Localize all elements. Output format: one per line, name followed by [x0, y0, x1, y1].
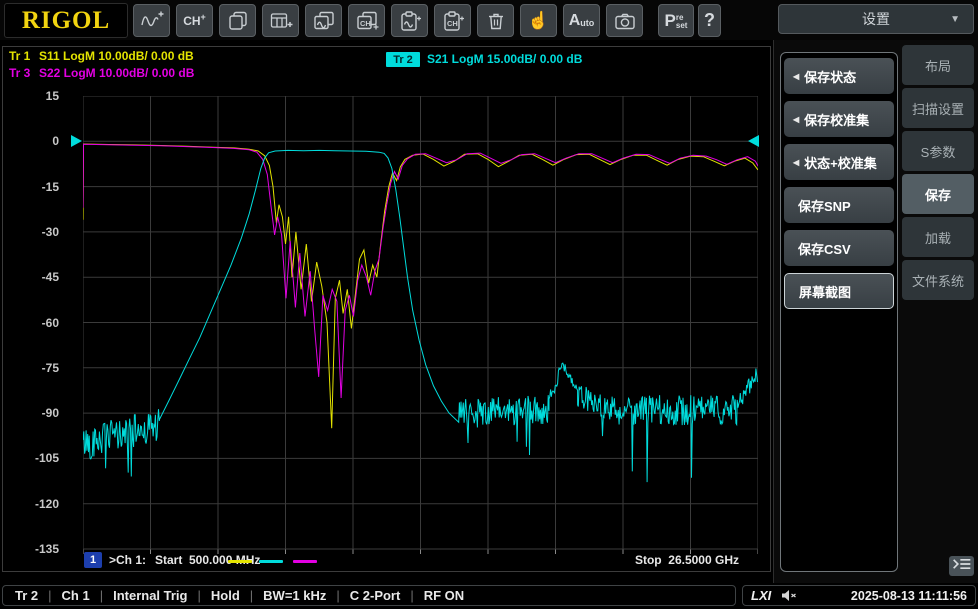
status-active-trace: Tr 2: [15, 588, 39, 603]
stacked-windows-icon: [226, 10, 250, 32]
plot-canvas: [83, 96, 758, 554]
touch-button[interactable]: ☝: [520, 4, 557, 37]
clipboard-trace-icon: [398, 10, 422, 32]
svg-text:CH: CH: [360, 19, 371, 28]
status-sweep-state: Hold: [187, 588, 240, 603]
status-bar: Tr 2 Ch 1 Internal Trig Hold BW=1 kHz C …: [0, 583, 978, 609]
channel-number-badge[interactable]: 1: [84, 552, 102, 568]
tab-load[interactable]: 加载: [902, 217, 974, 257]
y-axis-tick-label: -120: [34, 496, 59, 511]
y-axis-tick-label: -45: [41, 270, 59, 285]
y-axis-tick-label: -135: [34, 542, 59, 556]
menu-item-save-csv[interactable]: 保存CSV: [784, 230, 894, 266]
trace-label-tr3[interactable]: Tr 3 S22 LogM 10.00dB/ 0.00 dB: [9, 66, 194, 80]
window-channel-button[interactable]: CH: [348, 4, 385, 37]
status-calibration: C 2-Port: [326, 588, 401, 603]
tab-s-parameters[interactable]: S参数: [902, 131, 974, 171]
window-trace-button[interactable]: [305, 4, 342, 37]
toolbar: RIGOL CH + CH CH ☝ Auto Pre set ? 设置 ▼: [0, 0, 978, 40]
mute-icon[interactable]: [781, 589, 797, 602]
chevron-left-icon: ◀: [793, 71, 800, 81]
plot-grid: [83, 96, 758, 554]
clock: 2025-08-13 11:11:56: [850, 588, 967, 603]
channel-prefix-label: >Ch 1:: [109, 553, 147, 567]
trace-label-tr1[interactable]: Tr 1 S11 LogM 10.00dB/ 0.00 dB: [9, 49, 194, 63]
y-axis-tick-label: 0: [52, 134, 59, 149]
status-active-channel: Ch 1: [38, 588, 90, 603]
window-trace-icon: [312, 10, 336, 32]
menu-dropdown[interactable]: 设置 ▼: [778, 4, 974, 34]
status-if-bandwidth: BW=1 kHz: [240, 588, 326, 603]
chevron-left-icon: ◀: [793, 157, 800, 167]
add-trace-icon: [140, 10, 164, 32]
chevron-left-icon: ◀: [793, 114, 800, 124]
add-channel-icon: CH +: [183, 11, 206, 28]
menu-item-save-cal-set[interactable]: ◀ 保存校准集: [784, 101, 894, 137]
status-right-section: LXI 2025-08-13 11:11:56: [742, 585, 976, 606]
delete-button[interactable]: [477, 4, 514, 37]
status-trigger-source: Internal Trig: [90, 588, 187, 603]
table-add-icon: [269, 10, 293, 32]
new-window-button[interactable]: [219, 4, 256, 37]
menu-item-save-snp[interactable]: 保存SNP: [784, 187, 894, 223]
status-left-section: Tr 2 Ch 1 Internal Trig Hold BW=1 kHz C …: [2, 585, 736, 606]
trace3-color-swatch: [293, 560, 317, 563]
trace-label-tr2[interactable]: S21 LogM 15.00dB/ 0.00 dB: [427, 52, 582, 66]
auto-scale-button[interactable]: Auto: [563, 4, 600, 37]
menu-collapse-button[interactable]: [949, 556, 974, 576]
y-axis-tick-label: -75: [41, 360, 59, 375]
y-axis-tick-label: 15: [45, 89, 59, 103]
svg-text:CH: CH: [447, 19, 458, 28]
trace2-color-swatch: [259, 560, 283, 563]
add-table-button[interactable]: [262, 4, 299, 37]
reference-level-marker-right-icon[interactable]: [748, 135, 759, 147]
add-trace-button[interactable]: [133, 4, 170, 37]
submenu-panel: ◀ 保存状态 ◀ 保存校准集 ◀ 状态+校准集 保存SNP 保存CSV 屏幕截图: [780, 52, 898, 572]
active-trace-badge[interactable]: Tr 2: [386, 52, 420, 67]
window-channel-icon: CH: [355, 10, 379, 32]
reference-level-marker-left-icon[interactable]: [71, 135, 82, 147]
tab-save[interactable]: 保存: [902, 174, 974, 214]
y-axis-tick-label: -60: [41, 315, 59, 330]
vna-screen: { "colors": {"yellow":"#e3e300","cyan":"…: [0, 0, 978, 609]
status-rf-output: RF ON: [400, 588, 464, 603]
menu-item-state-plus-cal[interactable]: ◀ 状态+校准集: [784, 144, 894, 180]
y-axis-tick-label: -90: [41, 406, 59, 421]
trash-icon: [484, 10, 508, 32]
tab-layout[interactable]: 布局: [902, 45, 974, 85]
y-axis-tick-label: -105: [34, 451, 59, 466]
help-icon: ?: [704, 10, 715, 30]
lxi-indicator: LXI: [751, 588, 772, 603]
y-axis-tick-label: -30: [41, 224, 59, 239]
rigol-logo: RIGOL: [4, 3, 128, 38]
screenshot-button[interactable]: [606, 4, 643, 37]
stop-frequency-label: Stop 26.5000 GHz: [634, 553, 739, 567]
menu-item-screenshot[interactable]: 屏幕截图: [784, 273, 894, 309]
add-channel-button[interactable]: CH +: [176, 4, 213, 37]
clipboard-channel-icon: CH: [441, 10, 465, 32]
touch-icon: ☝: [527, 10, 550, 30]
chevron-down-icon: ▼: [950, 14, 960, 25]
tab-sweep-setup[interactable]: 扫描设置: [902, 88, 974, 128]
preset-icon: Pre set: [664, 10, 688, 30]
collapse-menu-icon: [952, 557, 972, 576]
trace1-color-swatch: [228, 560, 252, 563]
menu-item-save-state[interactable]: ◀ 保存状态: [784, 58, 894, 94]
sidebar-menu: ◀ 保存状态 ◀ 保存校准集 ◀ 状态+校准集 保存SNP 保存CSV 屏幕截图 布局…: [773, 40, 978, 583]
menu-title: 设置: [862, 11, 890, 27]
help-button[interactable]: ?: [698, 4, 721, 37]
copy-channel-button[interactable]: CH: [434, 4, 471, 37]
tab-file-system[interactable]: 文件系统: [902, 260, 974, 300]
camera-icon: [613, 10, 637, 32]
preset-button[interactable]: Pre set: [658, 4, 694, 37]
y-axis: 15 0 -15 -30 -45 -60 -75 -90 -105 -120 -135: [9, 89, 59, 556]
channel-window: Tr 1 S11 LogM 10.00dB/ 0.00 dB Tr 3 S22 Lo…: [2, 46, 771, 572]
copy-trace-button[interactable]: [391, 4, 428, 37]
auto-icon: Auto: [568, 11, 595, 29]
y-axis-tick-label: -15: [41, 179, 59, 194]
